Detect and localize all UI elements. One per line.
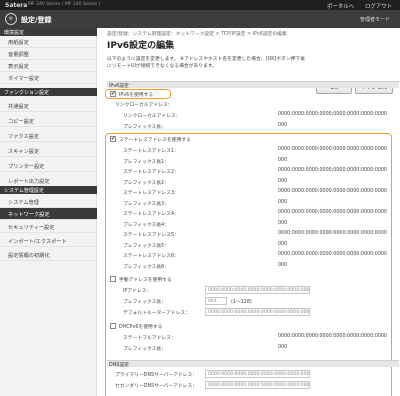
manual-prefix-input[interactable]: 064 [205, 297, 227, 305]
sidebar-item-security[interactable]: セキュリティー設定 [0, 221, 97, 233]
stateless-address-label: ステートレスアドレス1： [123, 149, 179, 154]
sidebar-item-printer[interactable]: プリンター設定 [0, 160, 97, 172]
stateless-prefix-value: 000 [278, 179, 288, 184]
sidebar: 環境設定 用紙設定 音量調整 表示設定 タイマー設定 ファンクション設定 共通設… [0, 28, 97, 396]
page-header: ⚙ 設定/登録 管理者モード [0, 10, 400, 28]
sidebar-item-initialize[interactable]: 設定情報の初期化 [0, 249, 97, 261]
dhcp-prefix-value: 000 [278, 345, 288, 350]
sidebar-category-environment: 環境設定 [0, 28, 97, 36]
dns-section-header: DNS設定 [107, 360, 399, 368]
top-bar: Satera MF 240 Series / MF 240 Series / ポ… [0, 0, 400, 10]
link-local-value: 0000:0000:0000:0000:0000:0000:0000:0000 [278, 112, 387, 117]
manual-gateway-label: デフォルトルーターアドレス： [123, 311, 190, 316]
use-manual-checkbox[interactable] [110, 276, 116, 282]
use-dhcp-checkbox[interactable] [110, 323, 116, 329]
stateless-prefix-value: 000 [278, 221, 288, 226]
settings-icon: ⚙ [5, 13, 17, 25]
stateless-address-value: 0000:0000:0000:0000:0000:0000:0000:0000 [278, 231, 387, 236]
link-local-label: リンクローカルアドレス： [123, 114, 181, 119]
page-title: IPv6設定の編集 [107, 41, 175, 51]
dns-primary-input[interactable]: 0000:0000:0000:0000:0000:0000:0000:0000 [205, 370, 310, 378]
stateless-address-label: ステートレスアドレス2： [123, 170, 179, 175]
manual-ip-input[interactable]: 0000:0000:0000:0000:0000:0000:0000:0000 [205, 286, 310, 294]
sidebar-item-common[interactable]: 共通設定 [0, 100, 97, 112]
stateless-prefix-label: プレフィックス長1： [123, 160, 169, 165]
stateless-address-label: ステートレスアドレス4： [123, 212, 179, 217]
sidebar-item-scan[interactable]: スキャン設定 [0, 145, 97, 157]
stateless-address-label: ステートレスアドレス6： [123, 254, 179, 259]
sidebar-item-volume[interactable]: 音量調整 [0, 48, 97, 60]
stateless-prefix-label: プレフィックス長6： [123, 265, 169, 270]
stateless-address-value: 0000:0000:0000:0000:0000:0000:0000:0000 [278, 252, 387, 257]
link-prefix-value: 000 [278, 123, 288, 128]
stateless-address-value: 0000:0000:0000:0000:0000:0000:0000:0000 [278, 147, 387, 152]
main-panel: 設定/登録：システム管理設定：ネットワーク設定 > TCP/IP設定 > IPv… [97, 28, 400, 396]
stateless-prefix-value: 000 [278, 242, 288, 247]
brand-logo: Satera [5, 2, 28, 9]
logout-link[interactable]: ログアウト [365, 2, 392, 10]
stateless-address-label: ステートレスアドレス3： [123, 191, 179, 196]
use-ipv6-label: IPv6を使用する [119, 93, 154, 98]
use-stateless-checkbox[interactable]: ✔ [110, 136, 116, 142]
dhcp-address-value: 0000:0000:0000:0000:0000:0000:0000:0000 [278, 334, 387, 339]
use-ipv6-checkbox[interactable]: ✔ [110, 91, 116, 97]
sidebar-item-timer[interactable]: タイマー設定 [0, 72, 97, 84]
stateless-address-value: 0000:0000:0000:0000:0000:0000:0000:0000 [278, 210, 387, 215]
sidebar-item-paper[interactable]: 用紙設定 [0, 36, 97, 48]
use-dhcp-label: DHCPv6を使用する [119, 325, 163, 330]
sidebar-item-fax[interactable]: ファクス設定 [0, 130, 97, 142]
stateless-prefix-value: 000 [278, 200, 288, 205]
portal-link[interactable]: ポータルへ [327, 2, 354, 10]
link-prefix-label: プレフィックス長： [123, 125, 166, 130]
use-manual-label: 手動アドレスを使用する [119, 278, 172, 283]
sidebar-category-system: システム管理設定 [0, 186, 97, 194]
manual-prefix-label: プレフィックス長： [123, 300, 166, 305]
device-model: MF 240 Series / MF 240 Series / [28, 2, 101, 7]
dhcp-address-label: ステートフルアドレス： [123, 336, 176, 341]
stateless-prefix-label: プレフィックス長2： [123, 181, 169, 186]
sidebar-item-display[interactable]: 表示設定 [0, 60, 97, 72]
ipv6-section-header: IPv6設定 [107, 81, 399, 89]
dns-secondary-input[interactable]: 0000:0000:0000:0000:0000:0000:0000:0000 [205, 381, 310, 389]
description-text: 以下のように設定を変更します。 ※アドレスやホスト名を変更した場合、[OK]ボタ… [107, 57, 306, 69]
stateless-address-value: 0000:0000:0000:0000:0000:0000:0000:0000 [278, 189, 387, 194]
dns-secondary-label: セカンダリーDNSサーバーアドレス： [115, 384, 198, 389]
dhcp-prefix-label: プレフィックス長： [123, 347, 166, 352]
stateless-address-value: 0000:0000:0000:0000:0000:0000:0000:0000 [278, 168, 387, 173]
sidebar-item-system-admin[interactable]: システム管理 [0, 196, 97, 208]
link-local-header: リンクローカルアドレス： [115, 103, 173, 108]
stateless-prefix-value: 000 [278, 158, 288, 163]
sidebar-item-copy[interactable]: コピー設定 [0, 115, 97, 127]
stateless-prefix-label: プレフィックス長4： [123, 223, 169, 228]
stateless-prefix-value: 000 [278, 263, 288, 268]
sidebar-item-import-export[interactable]: インポート/エクスポート [0, 235, 97, 247]
header-title: 設定/登録 [21, 16, 52, 24]
manual-ip-label: IPアドレス： [123, 289, 152, 294]
manual-gateway-input[interactable]: 0000:0000:0000:0000:0000:0000:0000:0000 [205, 308, 310, 316]
stateless-address-label: ステートレスアドレス5： [123, 233, 179, 238]
manual-prefix-hint: (1〜128) [231, 300, 252, 305]
sidebar-item-network[interactable]: ネットワーク設定 [0, 208, 97, 220]
admin-mode-label: 管理者モード [359, 17, 390, 23]
breadcrumb: 設定/登録：システム管理設定：ネットワーク設定 > TCP/IP設定 > IPv… [107, 32, 287, 37]
dns-primary-label: プライマリーDNSサーバーアドレス： [115, 373, 198, 378]
stateless-prefix-label: プレフィックス長5： [123, 244, 169, 249]
stateless-prefix-label: プレフィックス長3： [123, 202, 169, 207]
sidebar-category-function: ファンクション設定 [0, 88, 97, 96]
use-stateless-label: ステートレスアドレスを使用する [119, 138, 191, 143]
